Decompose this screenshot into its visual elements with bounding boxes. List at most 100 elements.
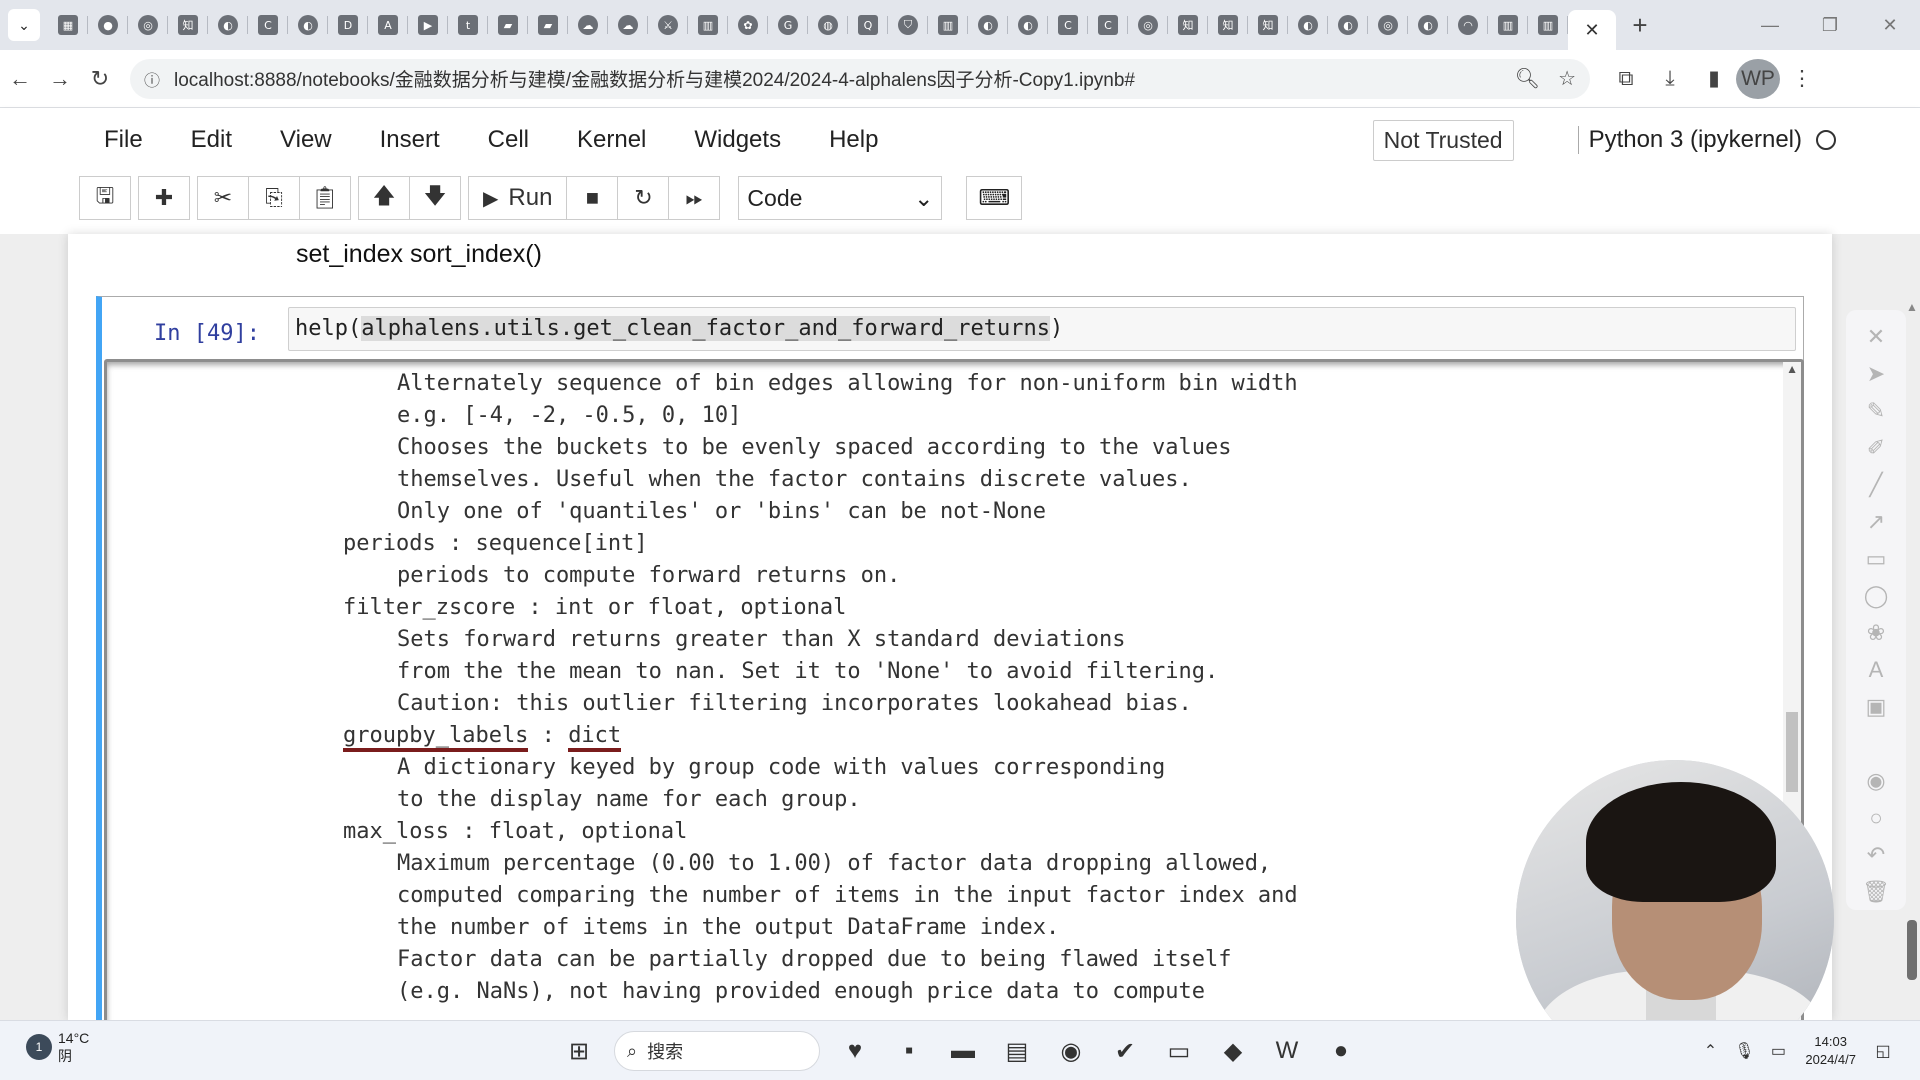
browser-tab[interactable]: ▶: [408, 0, 448, 50]
run-button[interactable]: ▶ Run: [468, 176, 568, 220]
tab-search-button[interactable]: ⌄: [8, 9, 40, 41]
browser-tab[interactable]: ◍: [808, 0, 848, 50]
menu-view[interactable]: View: [256, 126, 356, 154]
browser-tab[interactable]: ☁: [568, 0, 608, 50]
menu-edit[interactable]: Edit: [167, 126, 256, 154]
active-tab[interactable]: ✕: [1568, 10, 1616, 50]
browser-tab[interactable]: ◐: [1288, 0, 1328, 50]
new-tab-button[interactable]: +: [1622, 7, 1658, 43]
browser-tab[interactable]: ☁: [608, 0, 648, 50]
move-up-button[interactable]: 🡅: [358, 176, 410, 220]
browser-tab[interactable]: ◐: [288, 0, 328, 50]
browser-tab[interactable]: 知: [168, 0, 208, 50]
notifications-icon[interactable]: ◱: [1866, 1031, 1900, 1071]
start-icon[interactable]: ⊞: [552, 1029, 606, 1073]
browser-tab[interactable]: A: [368, 0, 408, 50]
restart-button[interactable]: ↻: [617, 176, 670, 220]
image-icon[interactable]: ▣: [1856, 688, 1896, 725]
page-scrollbar-thumb[interactable]: [1907, 920, 1917, 980]
browser-tab[interactable]: ▥: [1528, 0, 1568, 50]
monitor-icon[interactable]: ▬: [936, 1029, 990, 1073]
menu-insert[interactable]: Insert: [356, 126, 464, 154]
taskbar-search[interactable]: ⌕ 搜索: [614, 1031, 820, 1071]
recorder-icon[interactable]: ●: [1314, 1029, 1368, 1073]
trust-status-button[interactable]: Not Trusted: [1372, 119, 1514, 161]
extensions-icon[interactable]: ⧉: [1604, 59, 1648, 99]
forward-button[interactable]: →: [40, 59, 80, 99]
more-menu-icon[interactable]: ⋮: [1780, 59, 1824, 99]
file-explorer-icon[interactable]: ▤: [990, 1029, 1044, 1073]
download-icon[interactable]: ⤓: [1648, 59, 1692, 99]
browser-tab[interactable]: ◐: [1328, 0, 1368, 50]
menu-widgets[interactable]: Widgets: [670, 126, 805, 154]
browser-tab[interactable]: ◠: [1448, 0, 1488, 50]
save-button[interactable]: 🖫: [79, 176, 131, 220]
back-button[interactable]: ←: [0, 59, 40, 99]
markdown-cell-text[interactable]: set_index sort_index(): [296, 240, 542, 269]
browser-tab[interactable]: ◎: [1368, 0, 1408, 50]
terminal-icon[interactable]: ▭: [1152, 1029, 1206, 1073]
interrupt-button[interactable]: ■: [566, 176, 619, 220]
palette-icon[interactable]: ❀: [1856, 614, 1896, 651]
move-down-button[interactable]: 🡇: [409, 176, 461, 220]
menu-file[interactable]: File: [80, 126, 167, 154]
widgets-icon[interactable]: ♥: [828, 1029, 882, 1073]
browser-tab[interactable]: ▥: [688, 0, 728, 50]
arrow-icon[interactable]: ↗: [1856, 503, 1896, 540]
weather-widget[interactable]: 1 14°C 阴: [26, 1029, 89, 1065]
profile-button[interactable]: WP: [1736, 58, 1780, 99]
menu-help[interactable]: Help: [805, 126, 902, 154]
task-view-icon[interactable]: ▪: [882, 1029, 936, 1073]
zoom-icon[interactable]: 🔍︎: [1515, 66, 1540, 91]
browser-tab[interactable]: ▥: [928, 0, 968, 50]
chevron-up-icon[interactable]: ⌃: [1693, 1031, 1727, 1071]
record-icon[interactable]: ◉: [1856, 762, 1896, 799]
browser-tab[interactable]: C: [248, 0, 288, 50]
browser-tab[interactable]: 知: [1208, 0, 1248, 50]
page-scrollbar[interactable]: ▲: [1906, 300, 1920, 1020]
restart-run-all-button[interactable]: ⏩︎: [668, 176, 721, 220]
line-icon[interactable]: ╱: [1856, 466, 1896, 503]
browser-tab[interactable]: C: [1088, 0, 1128, 50]
browser-tab[interactable]: t: [448, 0, 488, 50]
paste-button[interactable]: 📋︎: [299, 176, 351, 220]
browser-tab[interactable]: ⛉: [888, 0, 928, 50]
site-info-icon[interactable]: ⓘ: [144, 67, 160, 91]
pointer-icon[interactable]: ➤: [1856, 355, 1896, 392]
browser-tab[interactable]: C: [1048, 0, 1088, 50]
close-tab-icon[interactable]: ✕: [1584, 20, 1599, 41]
check-app-icon[interactable]: ✔: [1098, 1029, 1152, 1073]
text-icon[interactable]: A: [1856, 651, 1896, 688]
marker-icon[interactable]: ✐: [1856, 429, 1896, 466]
browser-tab[interactable]: ◐: [1408, 0, 1448, 50]
browser-tab[interactable]: ◐: [1008, 0, 1048, 50]
scroll-up-icon[interactable]: ▲: [1906, 300, 1918, 314]
close-icon[interactable]: ✕: [1856, 318, 1896, 355]
undo-icon[interactable]: ↶: [1856, 836, 1896, 873]
code-editor[interactable]: help(alphalens.utils.get_clean_factor_an…: [288, 307, 1796, 351]
browser-tab[interactable]: ✿: [728, 0, 768, 50]
browser-tab[interactable]: 知: [1248, 0, 1288, 50]
wps-icon[interactable]: W: [1260, 1029, 1314, 1073]
display-icon[interactable]: ▭: [1761, 1031, 1795, 1071]
menu-cell[interactable]: Cell: [464, 126, 553, 154]
jupyter-browser-icon[interactable]: ◆: [1206, 1029, 1260, 1073]
clock[interactable]: 14:03 2024/4/7: [1805, 1033, 1856, 1069]
browser-tab[interactable]: 知: [1168, 0, 1208, 50]
browser-tab[interactable]: ▰: [488, 0, 528, 50]
browser-tab[interactable]: ⚔: [648, 0, 688, 50]
browser-tab[interactable]: Q: [848, 0, 888, 50]
ellipse-icon[interactable]: ◯: [1856, 577, 1896, 614]
microphone-icon[interactable]: 🎙︎: [1727, 1031, 1761, 1071]
url-text[interactable]: localhost:8888/notebooks/金融数据分析与建模/金融数据分…: [174, 65, 1497, 92]
copy-button[interactable]: ⎘: [248, 176, 300, 220]
browser-tab[interactable]: ▥: [1488, 0, 1528, 50]
browser-tab[interactable]: ◐: [968, 0, 1008, 50]
browser-tab[interactable]: ◎: [1128, 0, 1168, 50]
trash-icon[interactable]: 🗑︎: [1856, 873, 1896, 910]
rectangle-icon[interactable]: ▭: [1856, 540, 1896, 577]
pen-icon[interactable]: ✎: [1856, 392, 1896, 429]
minimize-icon[interactable]: —: [1740, 0, 1800, 50]
kernel-indicator[interactable]: Python 3 (ipykernel): [1577, 126, 1836, 154]
sidebar-icon[interactable]: ▮: [1692, 59, 1736, 99]
